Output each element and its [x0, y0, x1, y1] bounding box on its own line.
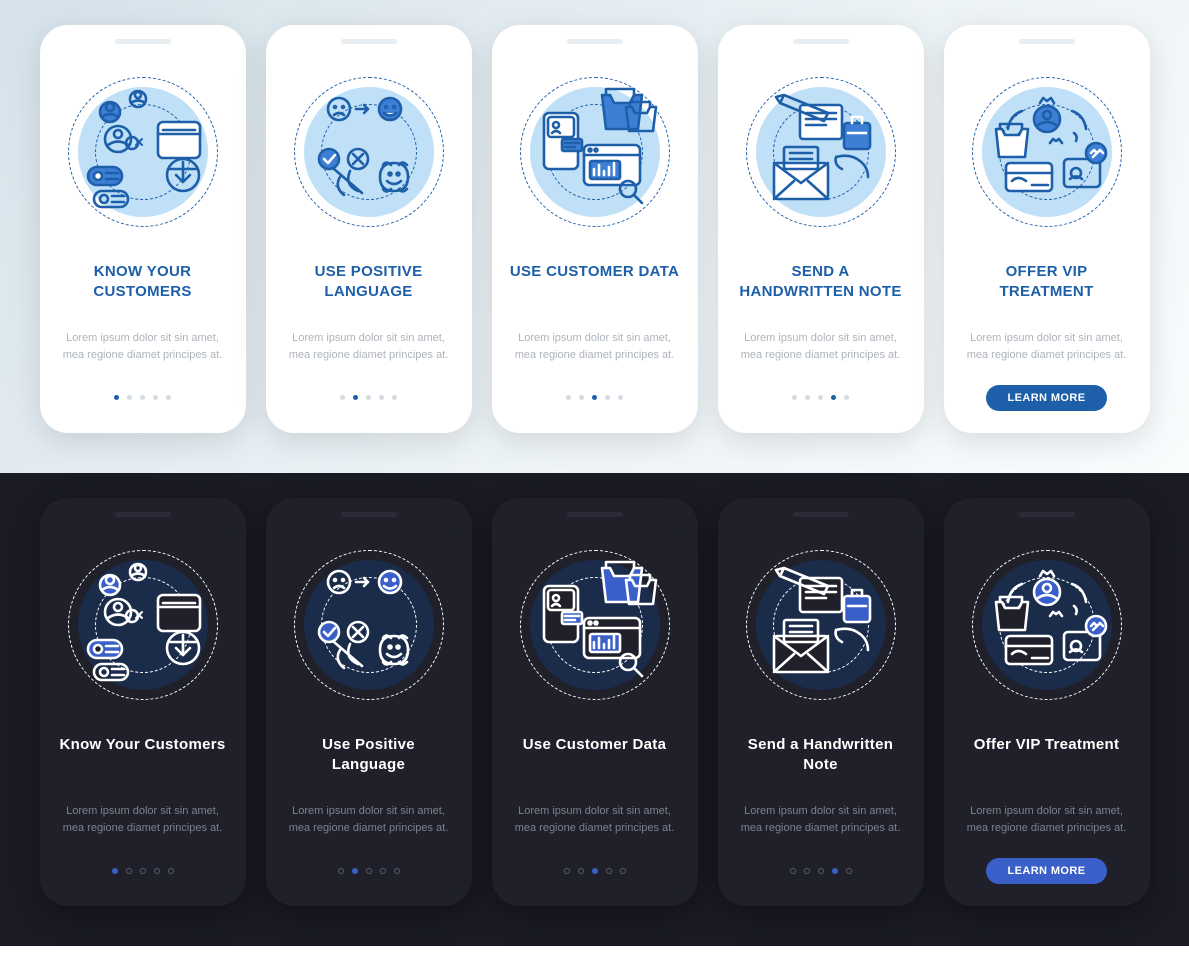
screen-description: Lorem ipsum dolor sit sin amet, mea regi…	[956, 803, 1138, 836]
dot[interactable]	[114, 395, 119, 400]
dot[interactable]	[564, 868, 570, 874]
onboarding-screen-1: KNOW YOUR CUSTOMERS Lorem ipsum dolor si…	[40, 25, 246, 433]
vip-treatment-icon	[962, 542, 1132, 707]
screen-title: KNOW YOUR CUSTOMERS	[52, 262, 234, 320]
dot[interactable]	[605, 395, 610, 400]
pagination-dots	[566, 395, 623, 400]
onboarding-screen-4: SEND A HANDWRITTEN NOTE Lorem ipsum dolo…	[718, 25, 924, 433]
dot[interactable]	[805, 395, 810, 400]
screen-title: Offer VIP Treatment	[968, 735, 1125, 793]
dot[interactable]	[126, 868, 132, 874]
onboarding-screen-2: Use Positive Language Lorem ipsum dolor …	[266, 498, 472, 906]
dot[interactable]	[566, 395, 571, 400]
dot[interactable]	[818, 868, 824, 874]
dot[interactable]	[592, 868, 598, 874]
dot[interactable]	[792, 395, 797, 400]
screen-title: OFFER VIP TREATMENT	[956, 262, 1138, 320]
pagination-dots	[338, 868, 400, 874]
light-section: KNOW YOUR CUSTOMERS Lorem ipsum dolor si…	[0, 0, 1189, 473]
screen-description: Lorem ipsum dolor sit sin amet, mea regi…	[504, 330, 686, 363]
dot[interactable]	[127, 395, 132, 400]
screen-description: Lorem ipsum dolor sit sin amet, mea regi…	[956, 330, 1138, 363]
dot[interactable]	[392, 395, 397, 400]
screen-title: Use Positive Language	[278, 735, 460, 793]
onboarding-screen-5: OFFER VIP TREATMENT Lorem ipsum dolor si…	[944, 25, 1150, 433]
screen-description: Lorem ipsum dolor sit sin amet, mea regi…	[278, 803, 460, 836]
learn-more-button[interactable]: LEARN MORE	[986, 858, 1108, 884]
screen-title: USE POSITIVE LANGUAGE	[278, 262, 460, 320]
dot[interactable]	[618, 395, 623, 400]
dot[interactable]	[154, 868, 160, 874]
dot[interactable]	[394, 868, 400, 874]
dot[interactable]	[366, 395, 371, 400]
dot[interactable]	[592, 395, 597, 400]
dot[interactable]	[846, 868, 852, 874]
dot[interactable]	[352, 868, 358, 874]
dot[interactable]	[153, 395, 158, 400]
dot[interactable]	[353, 395, 358, 400]
dot[interactable]	[112, 868, 118, 874]
dot[interactable]	[620, 868, 626, 874]
onboarding-screen-3: Use Customer Data Lorem ipsum dolor sit …	[492, 498, 698, 906]
dark-section: Know Your Customers Lorem ipsum dolor si…	[0, 473, 1189, 946]
dot[interactable]	[790, 868, 796, 874]
screen-description: Lorem ipsum dolor sit sin amet, mea regi…	[504, 803, 686, 836]
dot[interactable]	[140, 395, 145, 400]
onboarding-screen-4: Send a Handwritten Note Lorem ipsum dolo…	[718, 498, 924, 906]
handwritten-note-icon	[736, 69, 906, 234]
screen-title: Use Customer Data	[517, 735, 672, 793]
screen-title: Send a Handwritten Note	[730, 735, 912, 793]
pagination-dots	[564, 868, 626, 874]
dot[interactable]	[338, 868, 344, 874]
dot[interactable]	[168, 868, 174, 874]
dot[interactable]	[340, 395, 345, 400]
dot[interactable]	[579, 395, 584, 400]
pagination-dots	[792, 395, 849, 400]
onboarding-screen-1: Know Your Customers Lorem ipsum dolor si…	[40, 498, 246, 906]
learn-more-button[interactable]: LEARN MORE	[986, 385, 1108, 411]
dot[interactable]	[140, 868, 146, 874]
screen-description: Lorem ipsum dolor sit sin amet, mea regi…	[730, 330, 912, 363]
dot[interactable]	[804, 868, 810, 874]
positive-language-icon	[284, 542, 454, 707]
onboarding-screen-2: USE POSITIVE LANGUAGE Lorem ipsum dolor …	[266, 25, 472, 433]
dot[interactable]	[606, 868, 612, 874]
screen-description: Lorem ipsum dolor sit sin amet, mea regi…	[52, 803, 234, 836]
know-customers-icon	[58, 69, 228, 234]
dot[interactable]	[366, 868, 372, 874]
dot[interactable]	[831, 395, 836, 400]
positive-language-icon	[284, 69, 454, 234]
dot[interactable]	[844, 395, 849, 400]
screen-title: USE CUSTOMER DATA	[504, 262, 685, 320]
handwritten-note-icon	[736, 542, 906, 707]
dot[interactable]	[832, 868, 838, 874]
customer-data-icon	[510, 542, 680, 707]
pagination-dots	[112, 868, 174, 874]
dot[interactable]	[818, 395, 823, 400]
screen-title: SEND A HANDWRITTEN NOTE	[730, 262, 912, 320]
screen-description: Lorem ipsum dolor sit sin amet, mea regi…	[52, 330, 234, 363]
onboarding-screen-3: USE CUSTOMER DATA Lorem ipsum dolor sit …	[492, 25, 698, 433]
dot[interactable]	[578, 868, 584, 874]
pagination-dots	[114, 395, 171, 400]
screen-description: Lorem ipsum dolor sit sin amet, mea regi…	[730, 803, 912, 836]
customer-data-icon	[510, 69, 680, 234]
pagination-dots	[340, 395, 397, 400]
pagination-dots	[790, 868, 852, 874]
screen-description: Lorem ipsum dolor sit sin amet, mea regi…	[278, 330, 460, 363]
vip-treatment-icon	[962, 69, 1132, 234]
screen-title: Know Your Customers	[54, 735, 232, 793]
dot[interactable]	[166, 395, 171, 400]
onboarding-screen-5: Offer VIP Treatment Lorem ipsum dolor si…	[944, 498, 1150, 906]
know-customers-icon	[58, 542, 228, 707]
dot[interactable]	[380, 868, 386, 874]
dot[interactable]	[379, 395, 384, 400]
